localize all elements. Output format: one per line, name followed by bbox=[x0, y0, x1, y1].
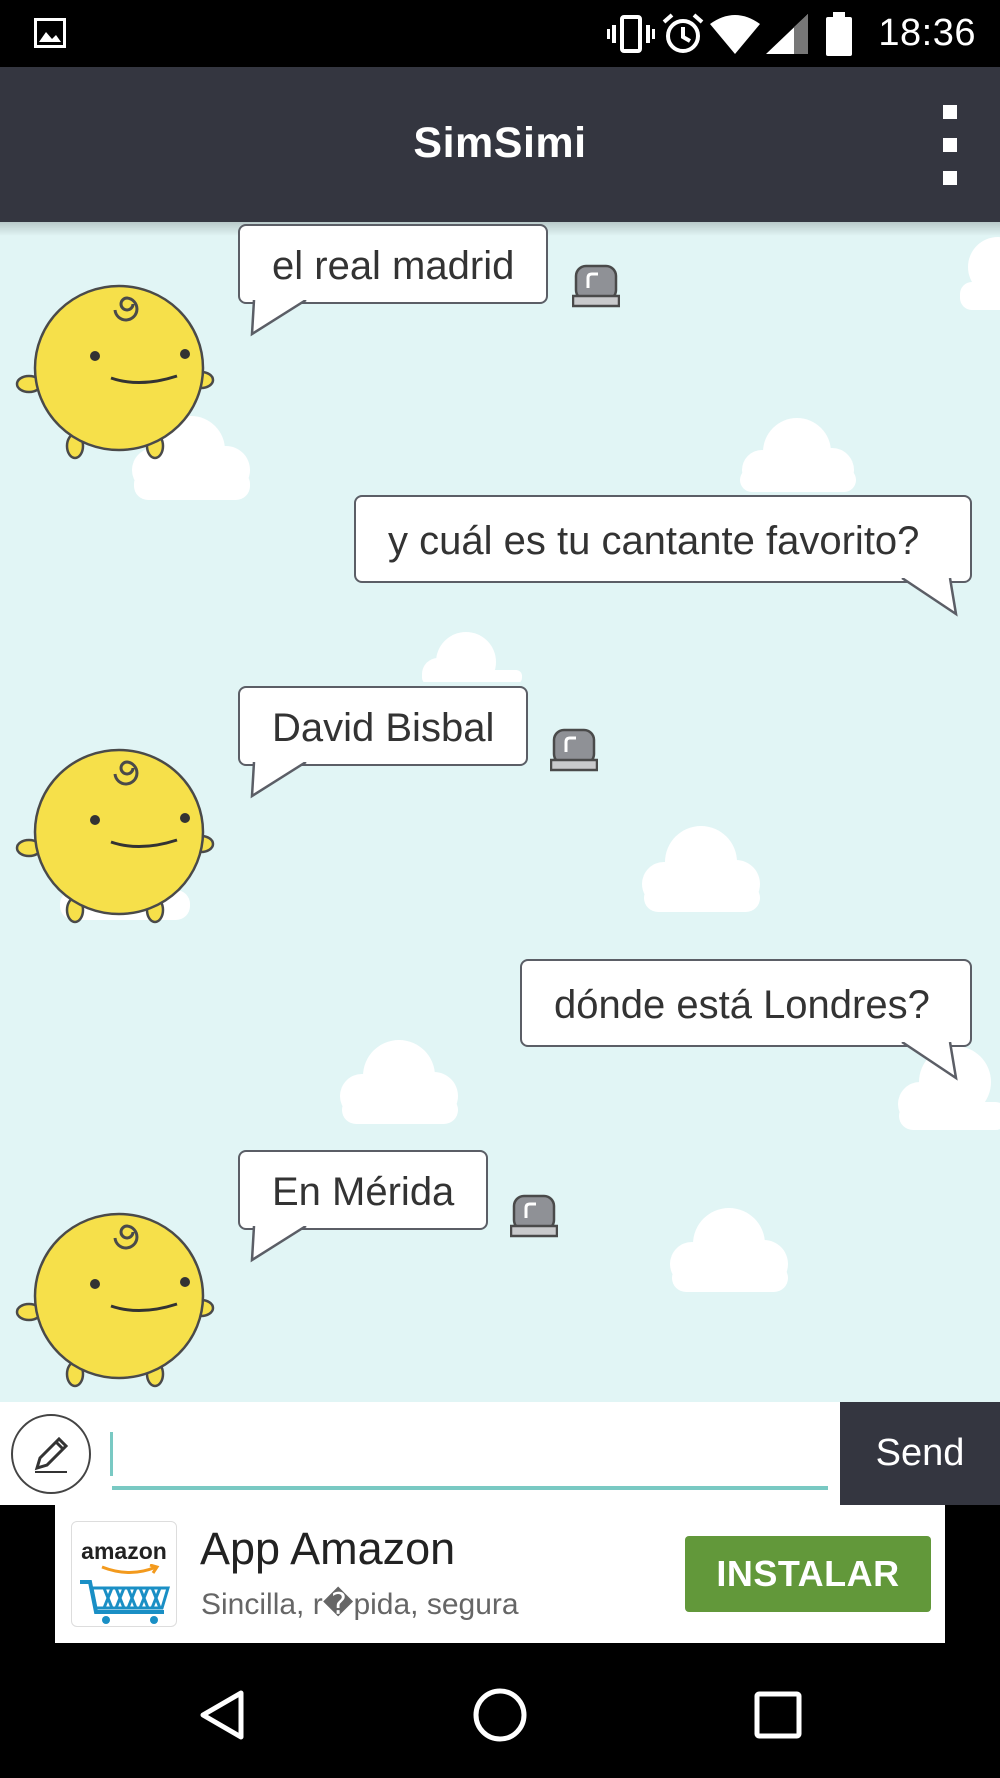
amazon-logo: amazon bbox=[71, 1521, 177, 1627]
message-input[interactable] bbox=[112, 1418, 828, 1490]
ad-banner[interactable]: amazon App Amazon Sincilla, r�pida, segu… bbox=[55, 1505, 945, 1643]
cloud-decoration bbox=[642, 826, 760, 912]
bubble-tail bbox=[250, 300, 307, 337]
cloud-decoration bbox=[960, 237, 1000, 310]
send-button[interactable]: Send bbox=[840, 1402, 1000, 1505]
report-siren-icon[interactable] bbox=[550, 728, 598, 772]
gallery-icon bbox=[34, 18, 66, 48]
simsimi-avatar bbox=[15, 1212, 215, 1388]
battery-icon bbox=[814, 11, 864, 56]
back-icon[interactable] bbox=[183, 1675, 263, 1755]
pencil-icon[interactable] bbox=[11, 1414, 91, 1494]
more-vert-icon[interactable] bbox=[930, 105, 970, 185]
cloud-decoration bbox=[670, 1208, 788, 1292]
home-icon[interactable] bbox=[460, 1675, 540, 1755]
wifi-icon bbox=[710, 12, 761, 56]
recents-icon[interactable] bbox=[738, 1675, 818, 1755]
input-bar: Send bbox=[0, 1402, 1000, 1505]
bot-message: el real madrid bbox=[238, 224, 549, 304]
navigation-bar bbox=[0, 1645, 1000, 1778]
user-message: dónde está Londres? bbox=[520, 959, 972, 1047]
bubble-tail bbox=[901, 578, 958, 617]
cloud-decoration bbox=[740, 418, 856, 492]
ad-subtitle: Sincilla, r�pida, segura bbox=[201, 1588, 519, 1621]
app-title: SimSimi bbox=[413, 119, 587, 167]
clock: 18:36 bbox=[878, 12, 976, 54]
text-cursor bbox=[110, 1432, 113, 1476]
bubble-tail bbox=[250, 762, 307, 799]
bubble-tail bbox=[250, 1226, 307, 1263]
bot-message: En Mérida bbox=[238, 1150, 489, 1230]
chat-area[interactable]: el real madrid y cuál es tu cantante fav… bbox=[0, 222, 1000, 1402]
app-bar: SimSimi bbox=[0, 67, 1000, 222]
status-bar: 18:36 bbox=[0, 0, 1000, 67]
simsimi-avatar bbox=[15, 748, 215, 924]
user-message: y cuál es tu cantante favorito? bbox=[354, 495, 972, 583]
bubble-tail bbox=[901, 1042, 958, 1081]
bot-message: David Bisbal bbox=[238, 686, 529, 766]
ad-banner-area: amazon App Amazon Sincilla, r�pida, segu… bbox=[0, 1505, 1000, 1645]
signal-icon bbox=[762, 12, 812, 56]
report-siren-icon[interactable] bbox=[572, 264, 620, 308]
vibrate-icon bbox=[606, 12, 656, 56]
install-button[interactable]: INSTALAR bbox=[685, 1536, 931, 1612]
cloud-decoration bbox=[422, 632, 522, 682]
cloud-decoration bbox=[340, 1040, 458, 1124]
alarm-icon bbox=[658, 12, 708, 56]
ad-title: App Amazon bbox=[200, 1523, 456, 1574]
simsimi-avatar bbox=[15, 284, 215, 460]
report-siren-icon[interactable] bbox=[510, 1194, 558, 1238]
